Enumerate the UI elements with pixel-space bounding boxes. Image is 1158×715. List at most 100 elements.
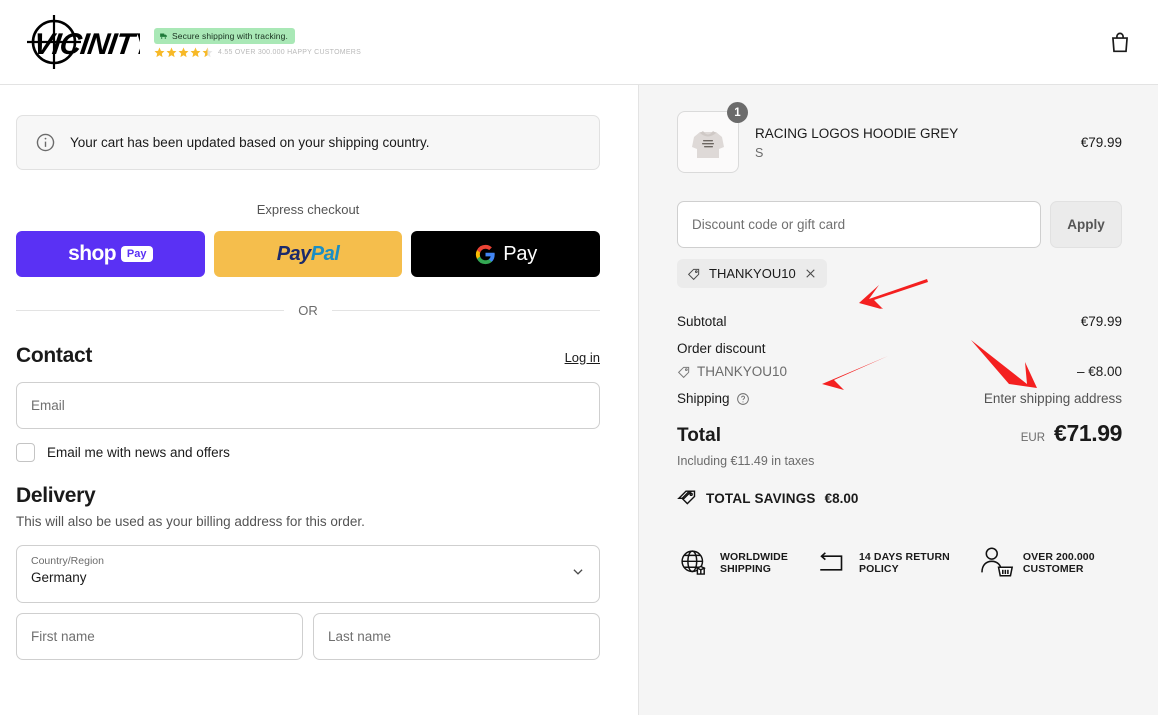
discount-code-row: THANKYOU10 – €8.00 (677, 364, 1122, 379)
divider-line-left (16, 310, 285, 311)
shipping-label: Shipping (677, 391, 730, 406)
order-discount-row: Order discount (677, 341, 1122, 356)
star-icon (154, 47, 165, 58)
tag-icon (677, 366, 690, 378)
star-icon (190, 47, 201, 58)
discount-code-label: THANKYOU10 (697, 364, 788, 379)
currency-code: EUR (1020, 432, 1046, 444)
total-label: Total (677, 425, 721, 446)
return-arrow-icon (820, 552, 843, 571)
checkout-body: Your cart has been updated based on your… (0, 85, 1158, 715)
log-in-link[interactable]: Log in (565, 350, 600, 365)
remove-discount-icon[interactable] (804, 267, 817, 280)
tag-icon (687, 268, 700, 280)
savings-tag-icon (677, 490, 696, 505)
apply-discount-button[interactable]: Apply (1050, 201, 1122, 248)
trust-badge-label: WORLDWIDE SHIPPING (720, 551, 788, 575)
trust-badge-worldwide-shipping: WORLDWIDE SHIPPING (677, 546, 788, 580)
tax-note: Including €11.49 in taxes (677, 454, 815, 468)
shipping-row: Shipping Enter shipping address (677, 391, 1122, 406)
vicinity-logo[interactable]: VICINITY (18, 13, 140, 71)
help-circle-icon[interactable] (736, 392, 750, 406)
chevron-down-icon (571, 565, 585, 584)
total-savings-label: TOTAL SAVINGS (706, 490, 816, 506)
or-label: OR (298, 303, 318, 318)
delivery-title: Delivery (16, 484, 96, 507)
trust-badge-return-policy: 14 DAYS RETURN POLICY (816, 549, 950, 577)
total-amount: €71.99 (1054, 420, 1122, 446)
shop-pay-button[interactable]: shop Pay (16, 231, 205, 277)
paypal-button[interactable]: Pay Pal (213, 231, 403, 277)
checkout-form-pane: Your cart has been updated based on your… (0, 85, 638, 715)
subtotal-value: €79.99 (1080, 314, 1122, 329)
product-thumbnail-wrap: 1 (677, 102, 748, 173)
trust-badges-footer: WORLDWIDE SHIPPING 14 DAYS RETURN POLICY (677, 546, 1122, 580)
product-title: RACING LOGOS HOODIE GREY (755, 125, 959, 141)
quantity-badge: 1 (727, 102, 748, 123)
shop-pay-word: shop (68, 242, 116, 265)
subtotal-label: Subtotal (677, 314, 727, 329)
vicinity-logo-icon: VICINITY (27, 15, 140, 69)
discount-row: Apply (677, 201, 1122, 248)
secure-badge-label: Secure shipping with tracking. (172, 31, 288, 41)
svg-text:VICINITY: VICINITY (31, 28, 140, 61)
star-icon (166, 47, 177, 58)
google-g-icon (476, 244, 495, 264)
info-circle-icon (36, 133, 55, 152)
trust-badge-customers: OVER 200.000 CUSTOMER (978, 546, 1095, 580)
email-input[interactable] (16, 382, 600, 429)
brand-area: VICINITY Secure shipping with tracking. (18, 13, 361, 71)
order-line-item: 1 RACING LOGOS HOODIE GREY S €79.99 (677, 102, 1122, 173)
applied-discount-chip[interactable]: THANKYOU10 (677, 259, 827, 288)
rating-label: 4.55 OVER 300.000 HAPPY CUSTOMERS (218, 49, 361, 56)
product-info: RACING LOGOS HOODIE GREY S (755, 125, 1065, 160)
site-header: VICINITY Secure shipping with tracking. (0, 0, 1158, 85)
first-name-input[interactable] (16, 613, 303, 660)
last-name-input[interactable] (313, 613, 600, 660)
shipping-label-wrap: Shipping (677, 391, 750, 406)
totals-block: Subtotal €79.99 Order discount THANKYOU1… (677, 314, 1122, 508)
hoodie-image (692, 131, 724, 158)
applied-discount-code: THANKYOU10 (709, 266, 796, 281)
country-region-select[interactable]: Country/Region Germany (16, 545, 600, 603)
total-row: Total EUR €71.99 (677, 420, 1122, 447)
newsletter-label: Email me with news and offers (47, 445, 230, 460)
close-icon (806, 269, 815, 278)
notice-text: Your cart has been updated based on your… (70, 135, 430, 150)
globe-box-icon (681, 550, 706, 575)
total-savings-amount: €8.00 (824, 490, 859, 506)
contact-section: Contact Log in Email me with news and of… (16, 344, 600, 462)
product-variant: S (755, 145, 764, 160)
cart-button[interactable] (1100, 22, 1140, 62)
google-pay-button[interactable]: Pay (411, 231, 601, 277)
discount-code-label-wrap: THANKYOU10 (677, 364, 787, 379)
contact-title: Contact (16, 344, 93, 367)
newsletter-row[interactable]: Email me with news and offers (16, 443, 600, 462)
delivery-section: Delivery This will also be used as your … (16, 484, 600, 660)
product-price: €79.99 (1080, 134, 1122, 150)
shipping-truck-icon (159, 32, 168, 41)
country-region-value: Germany (31, 570, 87, 585)
order-summary-pane: 1 RACING LOGOS HOODIE GREY S €79.99 Appl… (638, 85, 1158, 715)
discount-code-input[interactable] (677, 201, 1041, 248)
express-checkout-label: Express checkout (256, 202, 360, 217)
order-discount-label: Order discount (677, 341, 766, 356)
subtotal-row: Subtotal €79.99 (677, 314, 1122, 329)
paypal-word-pal: Pal (310, 242, 340, 265)
star-icon (178, 47, 189, 58)
google-pay-word: Pay (503, 242, 538, 265)
applied-discount-row: THANKYOU10 (677, 259, 1122, 288)
star-half-icon (202, 47, 213, 58)
star-rating-icons (154, 47, 213, 58)
customer-basket-icon (981, 547, 1013, 577)
or-divider: OR (16, 303, 600, 318)
paypal-word-pay: Pay (276, 242, 312, 265)
discount-amount: – €8.00 (1076, 364, 1122, 379)
shipping-value: Enter shipping address (983, 391, 1122, 406)
total-savings-row: TOTAL SAVINGS €8.00 (677, 488, 1122, 508)
newsletter-checkbox[interactable] (16, 443, 35, 462)
express-payment-buttons: shop Pay Pay Pal Pay (16, 231, 601, 277)
trust-badges-header: Secure shipping with tracking. 4.55 OVER (154, 26, 361, 58)
secure-shipping-badge: Secure shipping with tracking. (154, 28, 295, 44)
cart-updated-notice: Your cart has been updated based on your… (16, 115, 600, 170)
